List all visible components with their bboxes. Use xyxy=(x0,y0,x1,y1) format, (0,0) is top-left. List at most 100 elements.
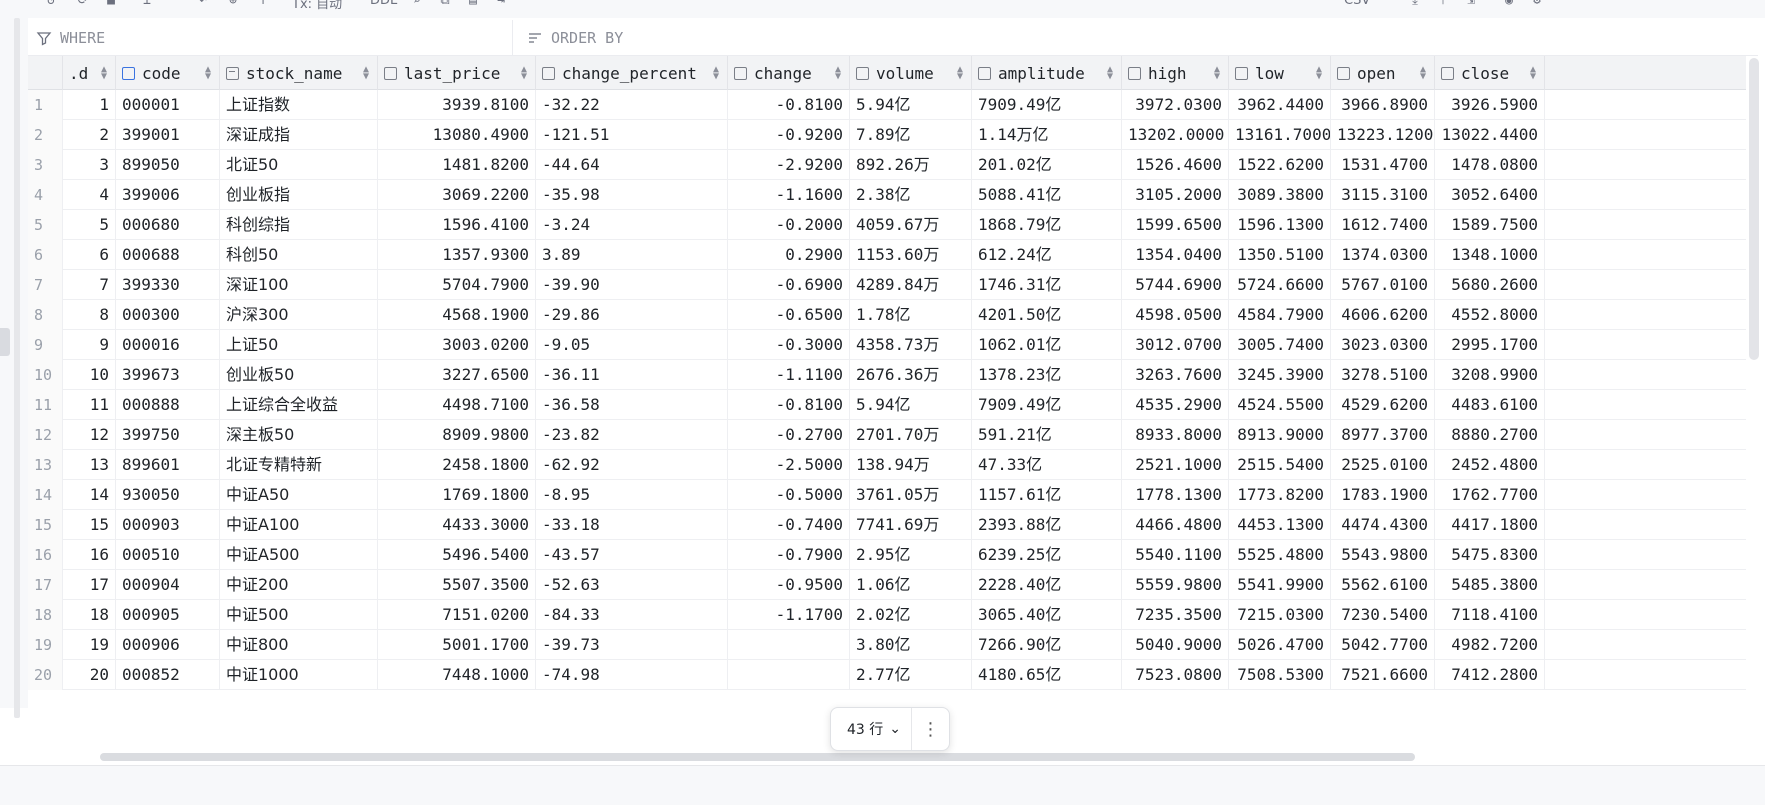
cell-amplitude[interactable]: 1378.23亿 xyxy=(972,360,1122,390)
column-header-volume[interactable]: volume ▲ ▼ xyxy=(850,56,972,90)
table-row[interactable]: 5 5 000680 科创综指 1596.4100 -3.24 -0.2000 4059.67… xyxy=(28,210,1746,240)
cell-low[interactable]: 1773.8200 xyxy=(1229,480,1331,510)
cell-amplitude[interactable]: 3065.40亿 xyxy=(972,600,1122,630)
cell-id[interactable]: 7 xyxy=(63,270,116,300)
cell-change[interactable]: -2.5000 xyxy=(728,450,850,480)
cell-last_price[interactable]: 8909.9800 xyxy=(378,420,536,450)
cell-id[interactable]: 12 xyxy=(63,420,116,450)
cell-close[interactable]: 7412.2800 xyxy=(1435,660,1545,690)
cell-volume[interactable]: 1.06亿 xyxy=(850,570,972,600)
cell-last_price[interactable]: 4433.3000 xyxy=(378,510,536,540)
sort-arrows-icon[interactable]: ▲ ▼ xyxy=(1420,65,1426,82)
upload-icon[interactable]: ↑ xyxy=(256,0,270,8)
cell-close[interactable]: 4552.8000 xyxy=(1435,300,1545,330)
cell-id[interactable]: 3 xyxy=(63,150,116,180)
cell-open[interactable]: 8977.3700 xyxy=(1331,420,1435,450)
sort-arrows-icon[interactable]: ▲ ▼ xyxy=(957,65,963,82)
column-header-code[interactable]: code ▲ ▼ xyxy=(116,56,220,90)
cell-change_percent[interactable]: -44.64 xyxy=(536,150,728,180)
cell-amplitude[interactable]: 5088.41亿 xyxy=(972,180,1122,210)
undo-icon[interactable]: ↺ xyxy=(44,0,58,8)
cell-high[interactable]: 1599.6500 xyxy=(1122,210,1229,240)
cell-close[interactable]: 5475.8300 xyxy=(1435,540,1545,570)
cell-open[interactable]: 5543.9800 xyxy=(1331,540,1435,570)
cell-change_percent[interactable]: -32.22 xyxy=(536,90,728,120)
cell-close[interactable]: 1589.7500 xyxy=(1435,210,1545,240)
settings-icon[interactable]: ⚙ xyxy=(1530,0,1544,8)
cell-change[interactable]: -0.8100 xyxy=(728,390,850,420)
cell-low[interactable]: 1350.5100 xyxy=(1229,240,1331,270)
cell-close[interactable]: 2995.1700 xyxy=(1435,330,1545,360)
cell-open[interactable]: 2525.0100 xyxy=(1331,450,1435,480)
cell-amplitude[interactable]: 7266.90亿 xyxy=(972,630,1122,660)
cell-low[interactable]: 7508.5300 xyxy=(1229,660,1331,690)
cell-high[interactable]: 4466.4800 xyxy=(1122,510,1229,540)
sort-arrows-icon[interactable]: ▲ ▼ xyxy=(205,65,211,82)
column-header-last_price[interactable]: last_price ▲ ▼ xyxy=(378,56,536,90)
cell-code[interactable]: 000680 xyxy=(116,210,220,240)
upload-file-icon[interactable]: ⤒ xyxy=(1436,0,1450,8)
cell-close[interactable]: 2452.4800 xyxy=(1435,450,1545,480)
table-row[interactable]: 11 11 000888 上证综合全收益 4498.7100 -36.58 -0.8100 5… xyxy=(28,390,1746,420)
cell-stock_name[interactable]: 中证500 xyxy=(220,600,378,630)
table-row[interactable]: 10 10 399673 创业板50 3227.6500 -36.11 -1.1100 267… xyxy=(28,360,1746,390)
cell-volume[interactable]: 2.02亿 xyxy=(850,600,972,630)
cell-volume[interactable]: 4358.73万 xyxy=(850,330,972,360)
cell-stock_name[interactable]: 中证A50 xyxy=(220,480,378,510)
cell-change_percent[interactable]: -29.86 xyxy=(536,300,728,330)
cell-code[interactable]: 000852 xyxy=(116,660,220,690)
cell-change[interactable]: -1.1100 xyxy=(728,360,850,390)
cell-id[interactable]: 2 xyxy=(63,120,116,150)
cell-open[interactable]: 5562.6100 xyxy=(1331,570,1435,600)
cell-close[interactable]: 3208.9900 xyxy=(1435,360,1545,390)
cell-stock_name[interactable]: 上证50 xyxy=(220,330,378,360)
cell-change_percent[interactable]: -52.63 xyxy=(536,570,728,600)
table-row[interactable]: 7 7 399330 深证100 5704.7900 -39.90 -0.6900 4289.… xyxy=(28,270,1746,300)
cell-low[interactable]: 3245.3900 xyxy=(1229,360,1331,390)
cell-last_price[interactable]: 13080.4900 xyxy=(378,120,536,150)
cell-low[interactable]: 1522.6200 xyxy=(1229,150,1331,180)
cell-high[interactable]: 4535.2900 xyxy=(1122,390,1229,420)
table-row[interactable]: 18 18 000905 中证500 7151.0200 -84.33 -1.1700 2.0… xyxy=(28,600,1746,630)
cell-last_price[interactable]: 1357.9300 xyxy=(378,240,536,270)
cell-last_price[interactable]: 3069.2200 xyxy=(378,180,536,210)
cell-low[interactable]: 8913.9000 xyxy=(1229,420,1331,450)
stop-icon[interactable]: ■ xyxy=(104,0,118,8)
cell-code[interactable]: 930050 xyxy=(116,480,220,510)
cell-change_percent[interactable]: -43.57 xyxy=(536,540,728,570)
cell-high[interactable]: 7523.0800 xyxy=(1122,660,1229,690)
cell-last_price[interactable]: 2458.1800 xyxy=(378,450,536,480)
cell-high[interactable]: 2521.1000 xyxy=(1122,450,1229,480)
cell-high[interactable]: 3972.0300 xyxy=(1122,90,1229,120)
cell-change[interactable] xyxy=(728,660,850,690)
sort-arrows-icon[interactable]: ▲ ▼ xyxy=(713,65,719,82)
cell-change_percent[interactable]: -74.98 xyxy=(536,660,728,690)
sort-arrows-icon[interactable]: ▲ ▼ xyxy=(1530,65,1536,82)
compare-icon[interactable]: ⧉ xyxy=(438,0,452,8)
cell-id[interactable]: 11 xyxy=(63,390,116,420)
cell-volume[interactable]: 2701.70万 xyxy=(850,420,972,450)
cell-change[interactable]: -0.9200 xyxy=(728,120,850,150)
cell-close[interactable]: 1348.1000 xyxy=(1435,240,1545,270)
table-row[interactable]: 3 3 899050 北证50 1481.8200 -44.64 -2.9200 892.26… xyxy=(28,150,1746,180)
cell-volume[interactable]: 2.95亿 xyxy=(850,540,972,570)
cell-amplitude[interactable]: 4180.65亿 xyxy=(972,660,1122,690)
cell-last_price[interactable]: 5704.7900 xyxy=(378,270,536,300)
cell-code[interactable]: 399750 xyxy=(116,420,220,450)
cell-close[interactable]: 7118.4100 xyxy=(1435,600,1545,630)
table-row[interactable]: 12 12 399750 深主板50 8909.9800 -23.82 -0.2700 270… xyxy=(28,420,1746,450)
cell-low[interactable]: 4524.5500 xyxy=(1229,390,1331,420)
cell-code[interactable]: 399330 xyxy=(116,270,220,300)
cell-close[interactable]: 4483.6100 xyxy=(1435,390,1545,420)
column-header-close[interactable]: close ▲ ▼ xyxy=(1435,56,1545,90)
cell-high[interactable]: 5559.9800 xyxy=(1122,570,1229,600)
cell-close[interactable]: 3052.6400 xyxy=(1435,180,1545,210)
order-by-filter[interactable]: ORDER BY xyxy=(512,20,623,56)
cell-stock_name[interactable]: 科创综指 xyxy=(220,210,378,240)
table-row[interactable]: 9 9 000016 上证50 3003.0200 -9.05 -0.3000 4358.73… xyxy=(28,330,1746,360)
cell-stock_name[interactable]: 上证指数 xyxy=(220,90,378,120)
cell-code[interactable]: 000905 xyxy=(116,600,220,630)
cell-open[interactable]: 13223.1200 xyxy=(1331,120,1435,150)
cell-change[interactable]: -0.2700 xyxy=(728,420,850,450)
cell-low[interactable]: 5541.9900 xyxy=(1229,570,1331,600)
